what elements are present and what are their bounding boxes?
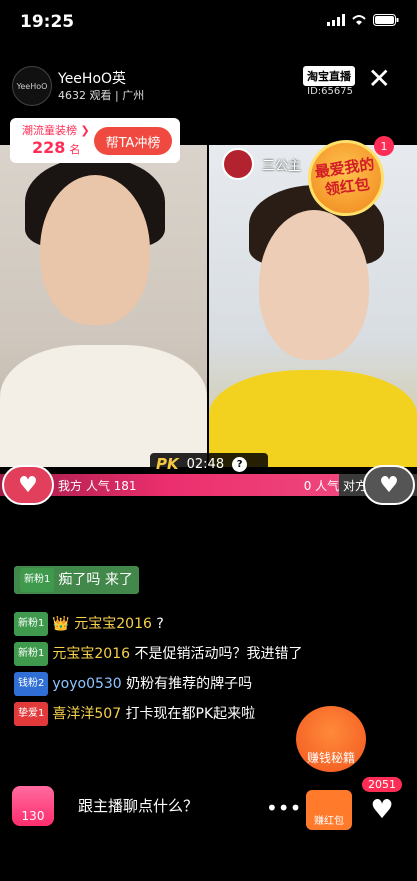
info-icon[interactable]: ? xyxy=(232,456,248,472)
comment-text: 打卡现在都PK起来啦 xyxy=(125,706,256,722)
earn-money-button[interactable]: 赚钱秘籍 xyxy=(296,706,366,772)
fan-badge: 新粉1 xyxy=(14,642,49,666)
comment-text: ? xyxy=(156,616,164,632)
host-video[interactable] xyxy=(0,145,207,467)
pk-their-score: 0 人气 对方 xyxy=(303,479,367,493)
chat-input[interactable] xyxy=(64,788,244,824)
comment-user[interactable]: 元宝宝2016 xyxy=(52,646,130,662)
comment-list: 新粉1 痴了吗 来了 新粉1 👑 元宝宝2016 ? 新粉1 元宝宝2016 不是促销… xyxy=(14,566,314,726)
viewer-count: 4632 观看 | 广州 xyxy=(58,89,145,102)
redpack-count: 1 xyxy=(374,136,394,156)
heart-icon[interactable]: ♥ xyxy=(363,465,415,505)
boost-rank-button[interactable]: 帮TA冲榜 xyxy=(94,127,172,155)
comment-text: 不是促销活动吗？我进错了 xyxy=(134,646,303,662)
battery-icon xyxy=(373,14,399,26)
pk-timer: PK 02:48 ? xyxy=(150,453,268,475)
comment-item: 新粉1 痴了吗 来了 xyxy=(14,566,314,594)
heart-icon[interactable]: ♥ xyxy=(2,465,54,505)
room-id: ID:65675 xyxy=(307,86,353,97)
wifi-icon xyxy=(352,15,366,25)
fan-badge: 新粉1 xyxy=(14,612,49,636)
status-bar: 19:25 xyxy=(0,0,417,44)
host-name[interactable]: YeeHoO英 xyxy=(58,68,126,88)
comment-user[interactable]: 喜洋洋507 xyxy=(52,706,121,722)
guest-name[interactable]: 三公主 xyxy=(262,155,301,174)
pk-time: 02:48 xyxy=(186,456,225,472)
crown-icon: 👑 xyxy=(52,616,75,632)
pk-logo: PK xyxy=(156,455,179,473)
platform-badge: 淘宝直播 xyxy=(303,66,355,86)
signal-icon xyxy=(327,14,345,26)
pk-progress-bar: 我方 人气 181 0 人气 对方 xyxy=(0,474,417,496)
shopping-bag-button[interactable]: 130 xyxy=(12,786,54,826)
like-icon[interactable]: ♥ xyxy=(361,790,403,830)
comment-item: 挚爱1 喜洋洋507 打卡现在都PK起来啦 xyxy=(14,702,314,726)
host-face xyxy=(40,175,150,325)
guest-face xyxy=(259,210,369,360)
comment-user[interactable]: 元宝宝2016 xyxy=(74,616,152,632)
clock: 19:25 xyxy=(20,12,75,32)
comment-item: 钱粉2 yoyo0530 奶粉有推荐的牌子吗 xyxy=(14,672,314,696)
guest-avatar[interactable] xyxy=(222,148,254,180)
comment-text: 痴了吗 来了 xyxy=(58,572,133,588)
fan-badge: 挚爱1 xyxy=(14,702,49,726)
highlight-comment: 新粉1 痴了吗 来了 xyxy=(14,566,139,594)
live-header: YeeHoO YeeHoO英 4632 观看 | 广州 淘宝直播 ID:6567… xyxy=(0,60,417,110)
comment-user[interactable]: yoyo0530 xyxy=(52,676,121,692)
rank-card[interactable]: 潮流童装榜 ❯ 228 名 帮TA冲榜 xyxy=(10,118,180,163)
comment-item: 新粉1 👑 元宝宝2016 ? xyxy=(14,612,314,636)
rank-number: 228 名 xyxy=(32,138,80,157)
comment-item: 新粉1 元宝宝2016 不是促销活动吗？我进错了 xyxy=(14,642,314,666)
close-icon[interactable]: ✕ xyxy=(368,62,391,95)
pk-our-score: 我方 人气 181 xyxy=(58,479,137,493)
rank-unit: 名 xyxy=(69,143,81,156)
like-count: 2051 xyxy=(362,777,402,792)
rank-title[interactable]: 潮流童装榜 ❯ xyxy=(22,122,90,138)
fan-badge: 新粉1 xyxy=(20,568,55,592)
status-icons xyxy=(327,14,399,26)
guest-info[interactable]: 三公主 xyxy=(222,148,301,180)
fan-badge: 钱粉2 xyxy=(14,672,49,696)
comment-text: 奶粉有推荐的牌子吗 xyxy=(126,676,253,692)
rank-value: 228 xyxy=(32,138,66,157)
more-icon[interactable]: ••• xyxy=(266,796,301,820)
host-body xyxy=(0,345,207,467)
host-avatar[interactable]: YeeHoO xyxy=(12,66,52,106)
red-packet-button[interactable]: 赚红包 xyxy=(306,790,352,830)
